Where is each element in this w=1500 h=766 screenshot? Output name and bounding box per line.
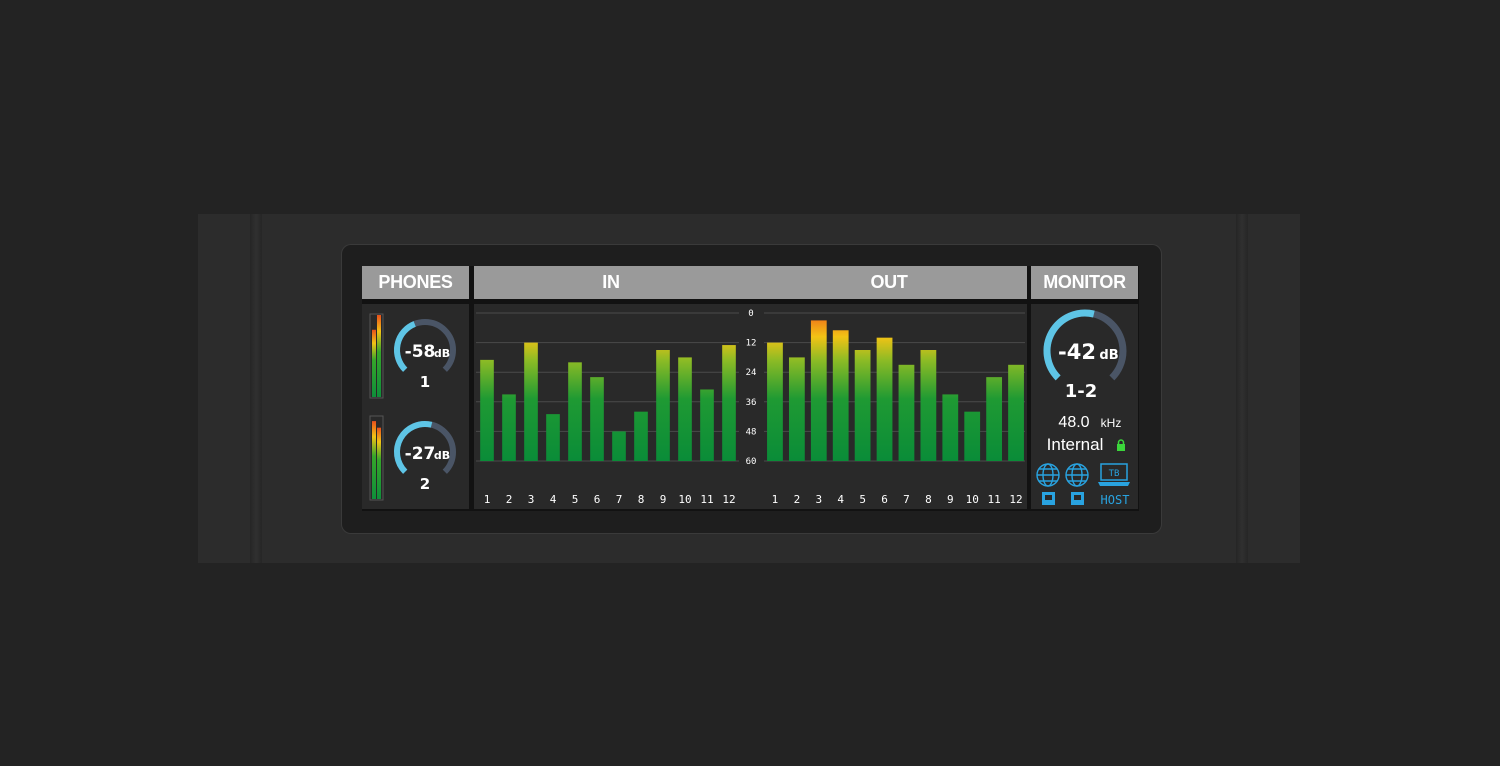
monitor-channel-label: 1-2	[1065, 381, 1098, 402]
out-channel-label: 6	[881, 493, 888, 506]
out-channel-label: 10	[966, 493, 979, 506]
monitor-panel: -42 dB 1-2 48.0 kHz Internal TB HOST	[1031, 304, 1138, 509]
left-rack-rail	[250, 214, 262, 563]
network-port-icon	[1042, 492, 1055, 505]
lock-icon	[1117, 439, 1125, 451]
in-channel-label: 8	[638, 493, 645, 506]
in-channel-label: 12	[722, 493, 735, 506]
out-channel-bar	[920, 350, 937, 461]
right-rack-rail	[1236, 214, 1248, 563]
scale-label: 0	[748, 309, 753, 319]
out-channel-label: 3	[815, 493, 822, 506]
in-channel-bar	[590, 377, 604, 461]
network-port-icon	[1071, 492, 1084, 505]
out-channel-bar	[854, 350, 871, 461]
monitor-graphics: -42 dB 1-2 48.0 kHz Internal TB HOST	[1036, 309, 1130, 507]
phones-2-meter-bar	[372, 421, 376, 499]
monitor-unit: dB	[1099, 348, 1118, 363]
in-channel-bar	[678, 357, 692, 461]
out-channel-bar	[810, 320, 827, 461]
phones-2-unit: dB	[434, 449, 450, 462]
in-channel-label: 4	[550, 493, 557, 506]
clock-source-label: Internal	[1047, 435, 1104, 454]
display-screen: PHONES IN OUT MONITOR -58 dB 1 -27 dB 2 …	[362, 266, 1139, 511]
scale-label: 12	[746, 339, 757, 349]
scale-label: 36	[746, 398, 757, 408]
host-label: HOST	[1101, 493, 1130, 507]
in-channel-bar	[700, 389, 714, 461]
globe-icon	[1065, 463, 1089, 487]
in-channel-bar	[656, 350, 670, 461]
out-channel-label: 2	[794, 493, 801, 506]
out-channel-label: 9	[947, 493, 954, 506]
out-channel-bar	[788, 357, 805, 461]
phones-2-value: -27	[405, 444, 436, 464]
out-header-label: OUT	[870, 272, 908, 292]
in-channel-label: 2	[506, 493, 513, 506]
out-channel-bar	[832, 330, 849, 461]
phones-graphics: -58dB1-27dB2	[369, 313, 456, 501]
interface-front-panel: PHONES IN OUT MONITOR -58 dB 1 -27 dB 2 …	[198, 214, 1300, 563]
scale-label: 24	[746, 368, 757, 378]
out-channel-bar	[767, 342, 783, 461]
phones-1-meter-frame	[369, 313, 384, 399]
in-channel-bar	[722, 345, 736, 461]
phones-1-value: -58	[405, 342, 436, 362]
out-channel-label: 12	[1009, 493, 1022, 506]
phones-2-meter-bar	[377, 427, 381, 499]
in-channel-bar	[502, 394, 516, 461]
out-channel-bar	[942, 394, 959, 461]
out-channel-bar	[1008, 364, 1024, 461]
display-bezel: PHONES IN OUT MONITOR -58 dB 1 -27 dB 2 …	[342, 245, 1161, 533]
in-channel-label: 5	[572, 493, 579, 506]
phones-header: PHONES	[362, 266, 469, 299]
monitor-value: -42	[1058, 340, 1096, 364]
in-channel-bar	[546, 414, 560, 461]
in-header-label: IN	[602, 272, 620, 292]
out-channel-label: 1	[772, 493, 779, 506]
phones-1-meter-bar	[372, 329, 376, 397]
in-channel-bar	[612, 431, 626, 461]
out-channel-bar	[964, 411, 981, 461]
in-channel-bar	[480, 359, 494, 461]
phones-1-label: 1	[420, 373, 430, 391]
in-channel-label: 10	[678, 493, 691, 506]
out-channel-bar	[898, 364, 915, 461]
scale-label: 48	[746, 427, 757, 437]
in-channel-label: 1	[484, 493, 491, 506]
in-channel-label: 11	[700, 493, 713, 506]
tb-label: TB	[1109, 469, 1120, 479]
out-channel-label: 5	[859, 493, 866, 506]
out-channel-label: 4	[837, 493, 844, 506]
out-channel-bar	[876, 337, 893, 461]
phones-1-meter-bar	[377, 315, 381, 397]
monitor-header: MONITOR	[1031, 266, 1138, 299]
in-out-header: IN OUT	[474, 266, 1027, 299]
out-channel-label: 11	[988, 493, 1001, 506]
phones-2-meter-frame	[369, 415, 384, 501]
phones-panel: -58 dB 1 -27 dB 2	[362, 304, 469, 509]
out-channel-label: 7	[903, 493, 910, 506]
phones-1-unit: dB	[434, 347, 450, 360]
meters-panel: 1 2 3 4 5 6 7 8 9 10 11 12 1 2 3 4 5 6 7 8 9 10 11 12 0 12 24 36 4…	[474, 304, 1027, 509]
in-channel-bar	[524, 342, 538, 461]
out-channel-label: 8	[925, 493, 932, 506]
in-channel-bar	[634, 411, 648, 461]
sample-rate-value: 48.0	[1058, 414, 1089, 431]
out-channel-bar	[986, 377, 1003, 461]
sample-rate-unit: kHz	[1101, 416, 1122, 430]
globe-icon	[1036, 463, 1060, 487]
phones-2-label: 2	[420, 475, 430, 493]
scale-label: 60	[746, 457, 757, 467]
in-channel-label: 7	[616, 493, 623, 506]
in-channel-bar	[568, 362, 582, 461]
in-channel-label: 3	[528, 493, 535, 506]
in-channel-label: 9	[660, 493, 667, 506]
laptop-tb-icon: TB	[1098, 463, 1130, 486]
in-channel-label: 6	[594, 493, 601, 506]
level-meters: 1 2 3 4 5 6 7 8 9 10 11 12 1 2 3 4 5 6 7 8 9 10 11 12 01224364…	[476, 309, 1025, 506]
